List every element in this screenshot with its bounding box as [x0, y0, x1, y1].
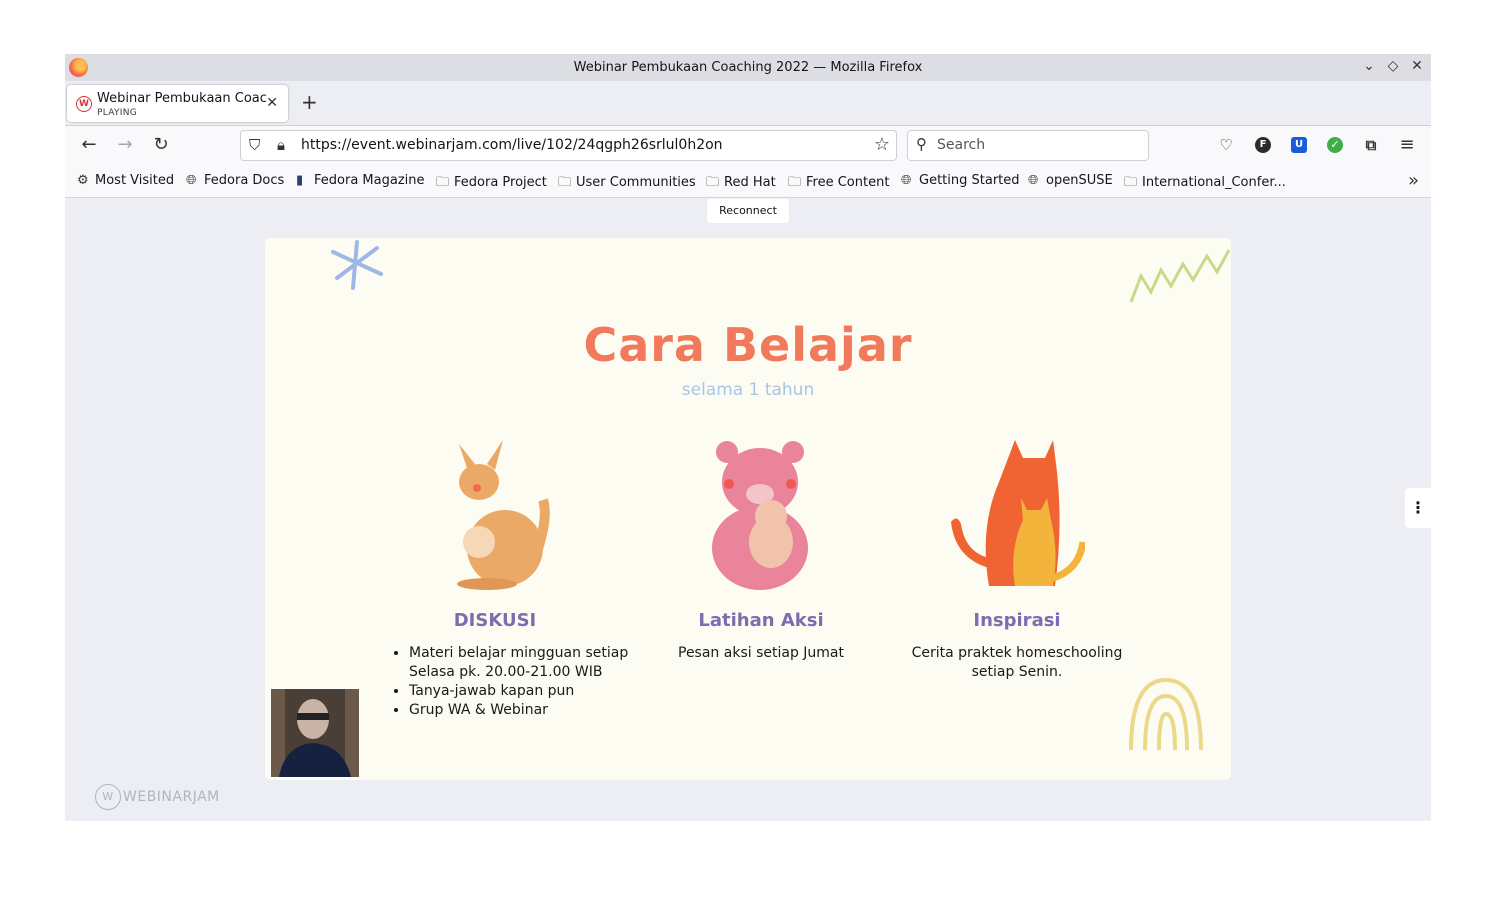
reconnect-button[interactable]: Reconnect	[707, 199, 789, 223]
fm-icon: ▮	[296, 173, 304, 188]
close-window-button[interactable]: ✕	[1407, 58, 1427, 74]
minimize-button[interactable]: ⌄	[1359, 58, 1379, 74]
more-bookmarks-chevron-icon[interactable]: »	[1408, 170, 1419, 191]
folder-icon: 🗀	[1124, 175, 1138, 190]
bookmarks-toolbar: ⚙ Most Visited 🌐︎ Fedora Docs ▮ Fedora Maga…	[65, 164, 1431, 198]
folder-icon: 🗀	[558, 175, 572, 190]
bookmark-international-confer[interactable]: 🗀 International_Confer...	[1124, 173, 1286, 195]
tab-bar: W Webinar Pembukaan Coac PLAYING ✕ +	[65, 81, 1431, 126]
extension-f-icon[interactable]: F	[1255, 137, 1271, 153]
bookmark-label: Most Visited	[95, 173, 175, 188]
list-item: Tanya-jawab kapan pun	[409, 682, 669, 701]
presentation-slide: Cara Belajar selama 1 tahun DISKUSI • Ma…	[265, 238, 1231, 780]
search-input[interactable]: ⚲ Search	[907, 130, 1149, 161]
webinarjam-favicon-icon: W	[76, 96, 92, 112]
gear-icon: ⚙	[77, 173, 89, 188]
tracking-shield-icon[interactable]: ⛉	[249, 136, 260, 154]
rainbow-decoration-icon	[1129, 677, 1203, 751]
bookmark-user-communities[interactable]: 🗀 User Communities	[558, 173, 696, 195]
bear-illustration-icon	[712, 441, 808, 590]
bookmark-label: Free Content	[806, 175, 890, 190]
close-tab-icon[interactable]: ✕	[266, 95, 278, 111]
lock-icon[interactable]: 🔒︎	[277, 136, 285, 154]
search-icon: ⚲	[916, 135, 927, 153]
tab-status: PLAYING	[97, 108, 138, 118]
maximize-button[interactable]: ◇	[1383, 58, 1403, 74]
slide-title: Cara Belajar	[583, 318, 913, 372]
globe-icon: 🌐︎	[186, 173, 197, 188]
bookmark-label: Getting Started	[919, 173, 1020, 188]
title-bar: Webinar Pembukaan Coaching 2022 — Mozill…	[65, 54, 1431, 81]
tab-title: Webinar Pembukaan Coac	[97, 91, 267, 106]
navigation-bar: ← → ↻ ⛉ 🔒︎ https://event.webinarjam.com/…	[65, 126, 1431, 164]
column-text-latihan-aksi: Pesan aksi setiap Jumat	[678, 645, 844, 661]
folder-icon: 🗀	[436, 175, 450, 190]
reload-button[interactable]: ↻	[149, 134, 173, 155]
pocket-icon[interactable]: ♡	[1218, 137, 1234, 153]
shield-check-icon[interactable]: ✓	[1327, 137, 1343, 153]
globe-icon: 🌐︎	[901, 173, 912, 188]
brand-name: WEBINARJAM	[123, 789, 220, 805]
bookmark-free-content[interactable]: 🗀 Free Content	[788, 173, 889, 195]
zigzag-decoration-icon	[1129, 249, 1231, 303]
bookmark-opensuse[interactable]: 🌐︎ openSUSE	[1028, 173, 1113, 188]
bookmark-label: International_Confer...	[1142, 175, 1286, 190]
bookmark-fedora-magazine[interactable]: ▮ Fedora Magazine	[296, 173, 425, 188]
bookmark-label: User Communities	[576, 175, 696, 190]
bitwarden-icon[interactable]: U	[1291, 137, 1307, 153]
asterisk-decoration-icon	[331, 240, 383, 290]
browser-window: Webinar Pembukaan Coaching 2022 — Mozill…	[65, 54, 1431, 821]
folder-icon: 🗀	[788, 175, 802, 190]
column-text-inspirasi: Cerita praktek homeschooling setiap Seni…	[911, 645, 1123, 680]
window-title: Webinar Pembukaan Coaching 2022 — Mozill…	[573, 60, 923, 75]
webinarjam-logo-icon: W	[95, 784, 121, 810]
back-button[interactable]: ←	[77, 134, 101, 155]
bookmark-star-icon[interactable]: ☆	[874, 134, 890, 155]
search-placeholder: Search	[937, 137, 986, 153]
column-title-latihan-aksi: Latihan Aksi	[698, 610, 824, 631]
diskusi-bullet-list: Materi belajar mingguan setiap Selasa pk…	[393, 644, 669, 720]
slide-subtitle: selama 1 tahun	[681, 380, 815, 400]
bookmark-red-hat[interactable]: 🗀 Red Hat	[706, 173, 776, 195]
tab-webinar[interactable]: W Webinar Pembukaan Coac PLAYING ✕	[67, 85, 288, 122]
menu-icon[interactable]: ≡	[1395, 134, 1419, 155]
url-text[interactable]: https://event.webinarjam.com/live/102/24…	[301, 137, 723, 153]
presenter-webcam[interactable]	[270, 688, 360, 778]
presenter-video-icon	[271, 689, 359, 777]
bookmark-getting-started[interactable]: 🌐︎ Getting Started	[901, 173, 1020, 188]
bookmark-label: Fedora Magazine	[314, 173, 425, 188]
new-tab-button[interactable]: +	[301, 90, 318, 114]
webinar-page: Reconnect Cara Belajar selama 1 tahun DI…	[65, 198, 1431, 821]
webinarjam-brand: W WEBINARJAM	[95, 784, 220, 810]
list-item: Materi belajar mingguan setiap Selasa pk…	[409, 644, 669, 682]
column-title-diskusi: DISKUSI	[453, 610, 537, 631]
cats-illustration-icon	[951, 440, 1085, 586]
more-options-button[interactable]: ⋮	[1405, 488, 1431, 528]
bookmark-label: Red Hat	[724, 175, 776, 190]
bookmark-label: Fedora Docs	[204, 173, 285, 188]
globe-icon: 🌐︎	[1028, 173, 1039, 188]
bookmark-label: openSUSE	[1046, 173, 1113, 188]
kangaroo-illustration-icon	[457, 440, 550, 590]
column-title-inspirasi: Inspirasi	[973, 610, 1061, 631]
bookmark-label: Fedora Project	[454, 175, 547, 190]
folder-icon: 🗀	[706, 175, 720, 190]
bookmark-fedora-project[interactable]: 🗀 Fedora Project	[436, 173, 547, 195]
tab-icon[interactable]: ⧉	[1363, 137, 1379, 153]
url-bar[interactable]: ⛉ 🔒︎ https://event.webinarjam.com/live/1…	[240, 130, 897, 161]
bookmark-fedora-docs[interactable]: 🌐︎ Fedora Docs	[186, 173, 284, 188]
list-item: Grup WA & Webinar	[409, 701, 669, 720]
forward-button[interactable]: →	[113, 134, 137, 155]
bookmark-most-visited[interactable]: ⚙ Most Visited	[77, 173, 174, 188]
